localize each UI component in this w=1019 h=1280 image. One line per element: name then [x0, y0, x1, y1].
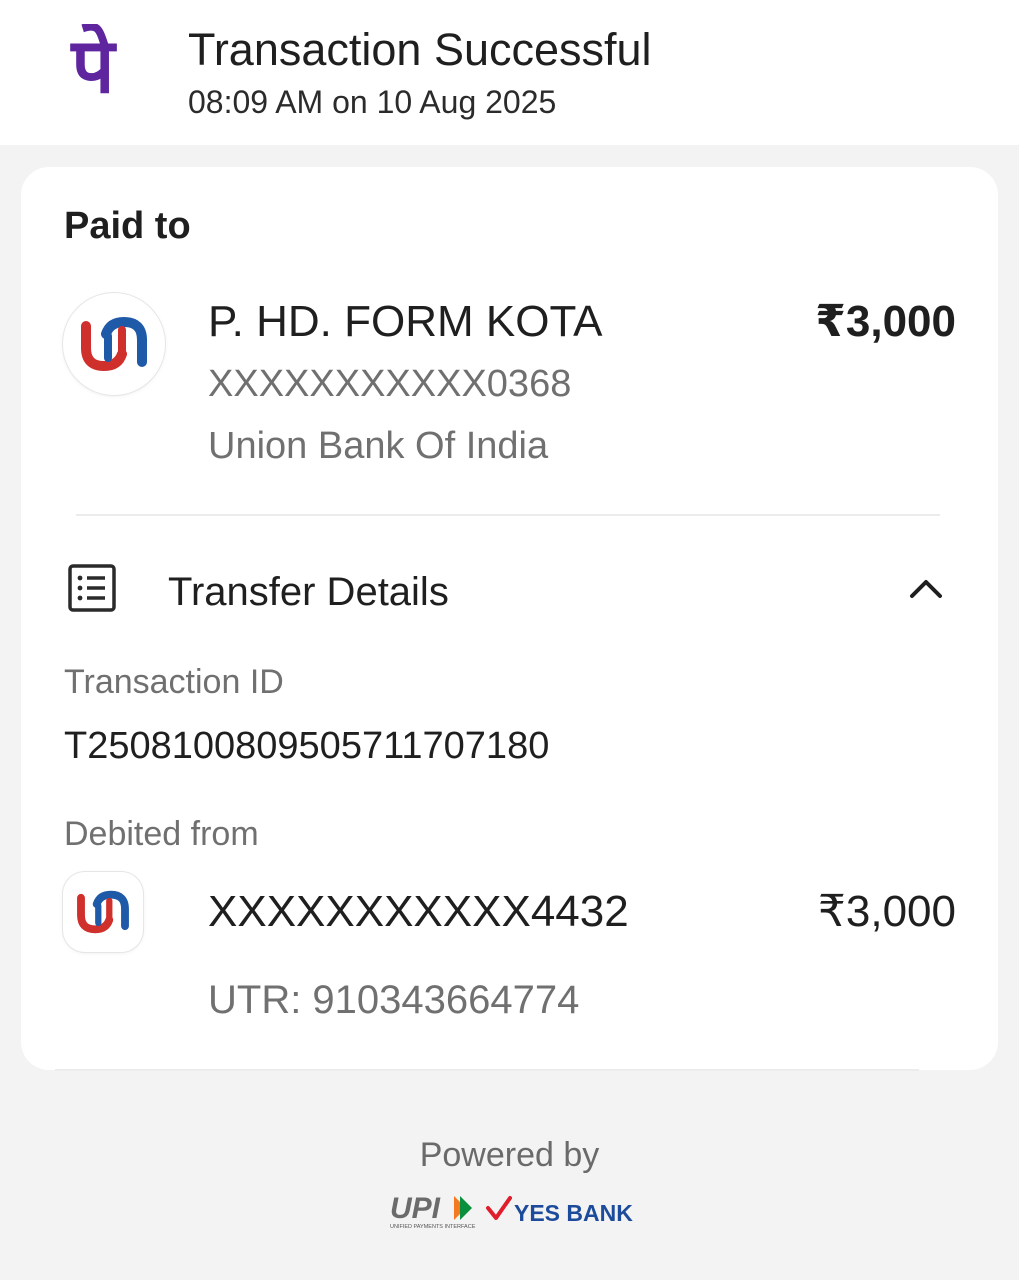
- powered-by-label: Powered by: [419, 1136, 600, 1174]
- divider: [76, 514, 940, 516]
- union-bank-logo: [63, 872, 143, 952]
- upi-yes-bank-logo: UPI UNIFIED PAYMENTS INTERFACE YES BANK: [390, 1192, 633, 1230]
- svg-text:पे: पे: [69, 24, 117, 110]
- utr-number: UTR: 910343664774: [208, 978, 580, 1022]
- phonepe-logo: पे: [69, 24, 117, 110]
- payee-name: P. HD. FORM KOTA: [208, 297, 603, 346]
- upi-tagline: UNIFIED PAYMENTS INTERFACE: [390, 1224, 476, 1230]
- transfer-details-label: Transfer Details: [168, 570, 449, 614]
- header: पे Transaction Successful 08:09 AM on 10…: [0, 0, 1019, 145]
- transaction-id-value[interactable]: T2508100809505711707180: [64, 723, 549, 769]
- debited-from-label: Debited from: [64, 815, 259, 853]
- payee-bank-name: Union Bank Of India: [208, 425, 549, 467]
- receipt-list-icon: [68, 564, 116, 612]
- payee-account-number: XXXXXXXXXXX0368: [208, 363, 572, 405]
- debit-account-number: XXXXXXXXXXX4432: [208, 887, 629, 936]
- divider: [55, 1069, 919, 1071]
- page-title: Transaction Successful: [188, 24, 652, 75]
- chevron-up-icon[interactable]: [906, 569, 946, 609]
- transaction-id-label: Transaction ID: [64, 663, 284, 701]
- transaction-card: Paid to P. HD. FORM KOTA ₹3,000 XXXXXXXX…: [21, 167, 998, 1070]
- payee-amount: ₹3,000: [815, 297, 956, 346]
- debit-amount: ₹3,000: [817, 887, 956, 936]
- transaction-timestamp: 08:09 AM on 10 Aug 2025: [188, 84, 557, 120]
- upi-logo-text: UPI: [390, 1192, 441, 1225]
- union-bank-logo: [63, 293, 165, 395]
- transfer-details-toggle[interactable]: Transfer Details: [21, 547, 998, 637]
- yes-bank-logo-text: YES BANK: [514, 1200, 633, 1226]
- paid-to-heading: Paid to: [64, 205, 191, 247]
